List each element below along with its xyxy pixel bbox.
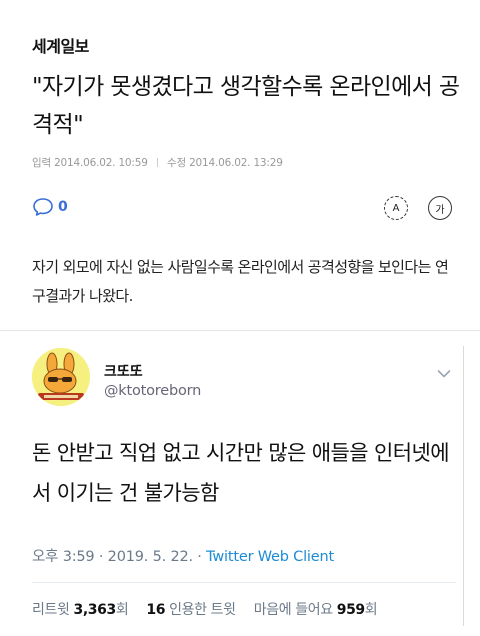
comment-icon — [32, 197, 54, 217]
tweet-text: 돈 안받고 직업 없고 시간만 많은 애들을 인터넷에서 이기는 건 불가능함 — [32, 441, 450, 505]
tweet-card: 크또또 @ktotoreborn 돈 안받고 직업 없고 시간만 많은 애들을 … — [0, 330, 480, 636]
user-handle[interactable]: @ktotoreborn — [104, 383, 201, 399]
retweets-label: 리트윗 — [32, 602, 70, 618]
input-date: 2014.06.02. 10:59 — [54, 157, 148, 169]
tweet-stats: 리트윗 3,363회 16 인용한 트윗 마음에 들어요 959회 — [32, 599, 378, 619]
font-button[interactable]: 가 — [428, 196, 452, 220]
comment-count: 0 — [58, 199, 68, 215]
likes-count[interactable]: 959 — [337, 602, 365, 618]
comment-button[interactable]: 0 — [32, 197, 68, 217]
press-name[interactable]: 세계일보 — [32, 33, 89, 57]
quotes-label: 인용한 트윗 — [169, 602, 236, 618]
article-summary: 자기 외모에 자신 없는 사람일수록 온라인에서 공격성향을 보인다는 연구결과… — [32, 258, 449, 305]
meta-divider — [32, 582, 456, 583]
edit-date: 2014.06.02. 13:29 — [189, 157, 283, 169]
font-icon: 가 — [435, 204, 445, 216]
retweets-unit: 회 — [115, 602, 129, 618]
tweet-time[interactable]: 오후 3:59 · 2019. 5. 22. · — [32, 549, 206, 565]
avatar[interactable] — [32, 348, 90, 406]
news-article: 세계일보 "자기가 못생겼다고 생각할수록 온라인에서 공격적" 입력 2014… — [0, 0, 480, 326]
input-label: 입력 — [32, 157, 51, 169]
font-size-button[interactable]: A — [384, 196, 408, 220]
date-divider — [156, 158, 158, 167]
article-dates: 입력 2014.06.02. 10:59 수정 2014.06.02. 13:2… — [32, 155, 283, 170]
likes-label: 마음에 들어요 — [253, 602, 333, 618]
tweet-meta: 오후 3:59 · 2019. 5. 22. · Twitter Web Cli… — [32, 545, 334, 566]
tweet-client[interactable]: Twitter Web Client — [206, 549, 334, 565]
article-headline: "자기가 못생겼다고 생각할수록 온라인에서 공격적" — [32, 74, 460, 138]
scroll-rail — [463, 346, 464, 626]
retweets-count[interactable]: 3,363 — [74, 602, 117, 618]
likes-unit: 회 — [364, 602, 378, 618]
quotes-count[interactable]: 16 — [146, 602, 165, 618]
tweet-divider — [0, 330, 480, 331]
edit-label: 수정 — [167, 157, 186, 169]
chevron-down-icon[interactable] — [437, 364, 451, 378]
display-name[interactable]: 크또또 — [104, 361, 143, 381]
font-size-icon: A — [392, 202, 400, 214]
